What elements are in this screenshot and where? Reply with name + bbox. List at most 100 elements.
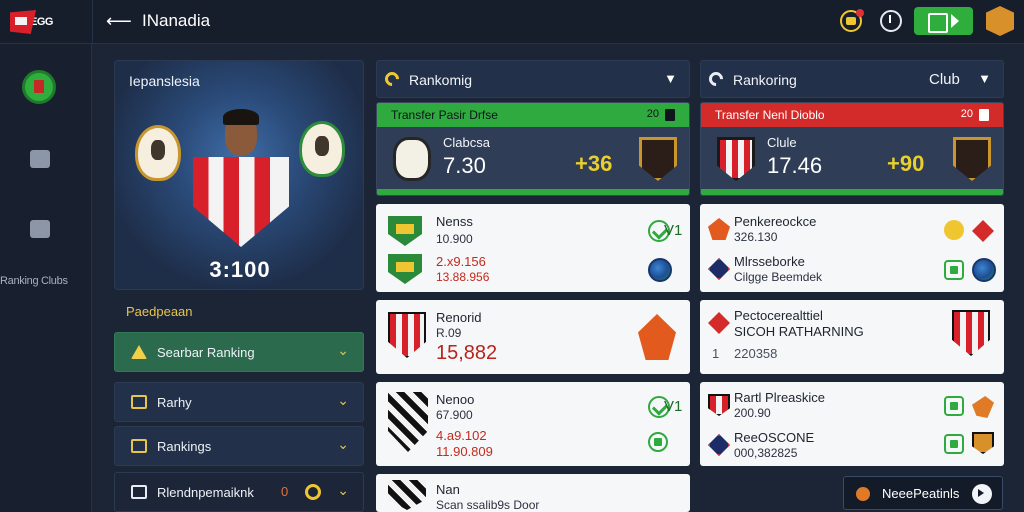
club-stat: Cilgge Beemdek xyxy=(734,270,823,284)
club-crest-icon xyxy=(135,125,181,181)
transfer-bar: Transfer Nenl Dioblo 20 xyxy=(701,103,1003,127)
club-crest-icon xyxy=(952,310,990,356)
club-stat: 10.900 xyxy=(436,232,473,246)
club-name: Renorid xyxy=(436,310,482,325)
club-value: 7.30 xyxy=(443,153,486,178)
bottom-action-button[interactable]: NeeePeatinls xyxy=(843,476,1003,510)
transfer-card[interactable]: Transfer Nenl Dioblo 20 Clule 17.46 +90 xyxy=(700,102,1004,196)
globe-icon xyxy=(648,258,672,282)
club-name: ReeOSCONE xyxy=(734,430,815,445)
filter-rlendnpemaiknk[interactable]: Rlendnpemaiknk 0 ⌄ xyxy=(114,472,364,512)
info-icon xyxy=(979,109,989,121)
club-stat: SICOH RATHARNING xyxy=(734,324,864,339)
club-name: Clule xyxy=(767,135,797,150)
club-stat: 000,382825 xyxy=(734,446,798,460)
sidebar-label[interactable]: Ranking Clubs xyxy=(0,275,92,287)
chevron-down-icon: ⌄ xyxy=(337,436,349,452)
edit-icon xyxy=(131,395,147,409)
info-icon xyxy=(665,109,675,121)
back-arrow-icon[interactable]: ⟵ xyxy=(106,10,132,32)
club-crest-icon xyxy=(717,137,755,181)
green-badge-icon xyxy=(944,434,964,454)
check-badge-icon xyxy=(648,432,668,452)
club-card[interactable]: Renorid R.09 15,882 xyxy=(376,300,690,374)
club-name: Nenoo xyxy=(436,392,475,407)
club-crest-icon xyxy=(972,220,994,242)
flag-icon xyxy=(10,10,36,34)
chevron-down-icon: ⌄ xyxy=(337,482,349,498)
filter-label: Rarhy xyxy=(157,395,192,410)
club-stat-red: 13.88.956 xyxy=(436,270,490,284)
club-card[interactable]: Pectocerealttiel SICOH RATHARNING 1 2203… xyxy=(700,300,1004,374)
club-crest-icon xyxy=(299,121,345,177)
club-stat: 220358 xyxy=(734,346,778,361)
rank-number: 1 xyxy=(712,346,720,361)
featured-player-card[interactable]: Iepanslesia 3:100 xyxy=(114,60,364,290)
app-logo[interactable]: EGG xyxy=(10,8,80,36)
club-crest-icon xyxy=(953,137,991,181)
gold-value: +36 xyxy=(575,151,613,176)
club-crest-icon xyxy=(393,137,431,181)
verified-count: V1 xyxy=(664,398,683,415)
ranking-panel-header[interactable]: Rankoring Club ▼ xyxy=(700,60,1004,98)
club-crest-icon xyxy=(708,312,730,334)
notification-dot xyxy=(856,9,864,17)
warning-icon xyxy=(131,345,147,359)
card-icon[interactable] xyxy=(30,220,50,238)
club-card[interactable]: Rartl Plreaskice 200.90 ReeOSCONE 000,38… xyxy=(700,382,1004,466)
transfer-bar-bottom xyxy=(701,189,1003,195)
arrow-right-icon xyxy=(972,484,992,504)
club-crest-icon xyxy=(638,314,676,360)
club-stat-red: 4.a9.102 xyxy=(436,428,487,443)
filter-rarhy[interactable]: Rarhy ⌄ xyxy=(114,382,364,422)
club-crest-icon xyxy=(388,480,426,510)
verified-count: V1 xyxy=(664,222,683,239)
filter-label: Rankings xyxy=(157,439,212,454)
club-stat-red: 11.90.809 xyxy=(436,444,493,459)
club-card[interactable]: Penkereockce 326.130 Mlrsseborke Cilgge … xyxy=(700,204,1004,292)
transfer-card[interactable]: Transfer Pasir Drfse 20 Clabcsa 7.30 +36 xyxy=(376,102,690,196)
club-name: Rartl Plreaskice xyxy=(734,390,826,405)
play-button[interactable] xyxy=(914,7,973,35)
match-score: 3:100 xyxy=(209,257,271,282)
club-crest-icon xyxy=(388,254,422,284)
filter-tag: 0 xyxy=(281,484,289,499)
green-badge-icon xyxy=(944,396,964,416)
player-avatar-hair xyxy=(223,109,259,125)
globe-icon xyxy=(972,258,996,282)
club-crest-icon xyxy=(639,137,677,181)
transfer-count: 20 xyxy=(646,108,659,120)
top-bar: EGG ⟵ INanadia xyxy=(0,0,1024,44)
club-dropdown-label[interactable]: Club xyxy=(929,71,960,88)
filter-section-label: Paedpeaan xyxy=(126,304,193,319)
package-icon[interactable] xyxy=(986,6,1014,36)
chevron-down-icon: ▼ xyxy=(664,71,677,86)
club-crest-icon xyxy=(708,394,730,416)
club-card[interactable]: Nenoo 67.900 4.a9.102 11.90.809 V1 xyxy=(376,382,690,466)
club-crest-icon xyxy=(388,216,422,246)
dice-icon[interactable] xyxy=(30,150,50,168)
clock-icon[interactable] xyxy=(880,10,902,32)
panel-title: Rankomig xyxy=(409,72,473,88)
green-badge-icon xyxy=(944,260,964,280)
ranking-icon xyxy=(706,69,726,89)
button-label: NeeePeatinls xyxy=(882,486,960,501)
club-crest-icon xyxy=(708,258,730,280)
club-stat: Scan ssalib9s Door xyxy=(436,498,540,512)
hero-title: Iepanslesia xyxy=(129,73,200,89)
club-crest-icon xyxy=(388,312,426,358)
badge-icon xyxy=(856,487,870,501)
filter-rankings[interactable]: Rankings ⌄ xyxy=(114,426,364,466)
sidebar: Ranking Clubs xyxy=(0,44,92,512)
club-stat: R.09 xyxy=(436,326,462,340)
filter-searchbar-ranking[interactable]: Searbar Ranking ⌄ xyxy=(114,332,364,372)
club-crest-icon xyxy=(708,218,730,240)
club-badge-icon[interactable] xyxy=(22,70,56,104)
club-value: 15,882 xyxy=(436,342,498,364)
note-icon xyxy=(131,485,147,499)
club-stat: 326.130 xyxy=(734,230,778,244)
filter-label: Rlendnpemaiknk xyxy=(157,485,254,500)
ranking-panel-header[interactable]: Rankomig ▼ xyxy=(376,60,690,98)
club-card[interactable]: Nenss 10.900 2.x9.156 13.88.956 V1 xyxy=(376,204,690,292)
club-card[interactable]: Nan Scan ssalib9s Door xyxy=(376,474,690,512)
